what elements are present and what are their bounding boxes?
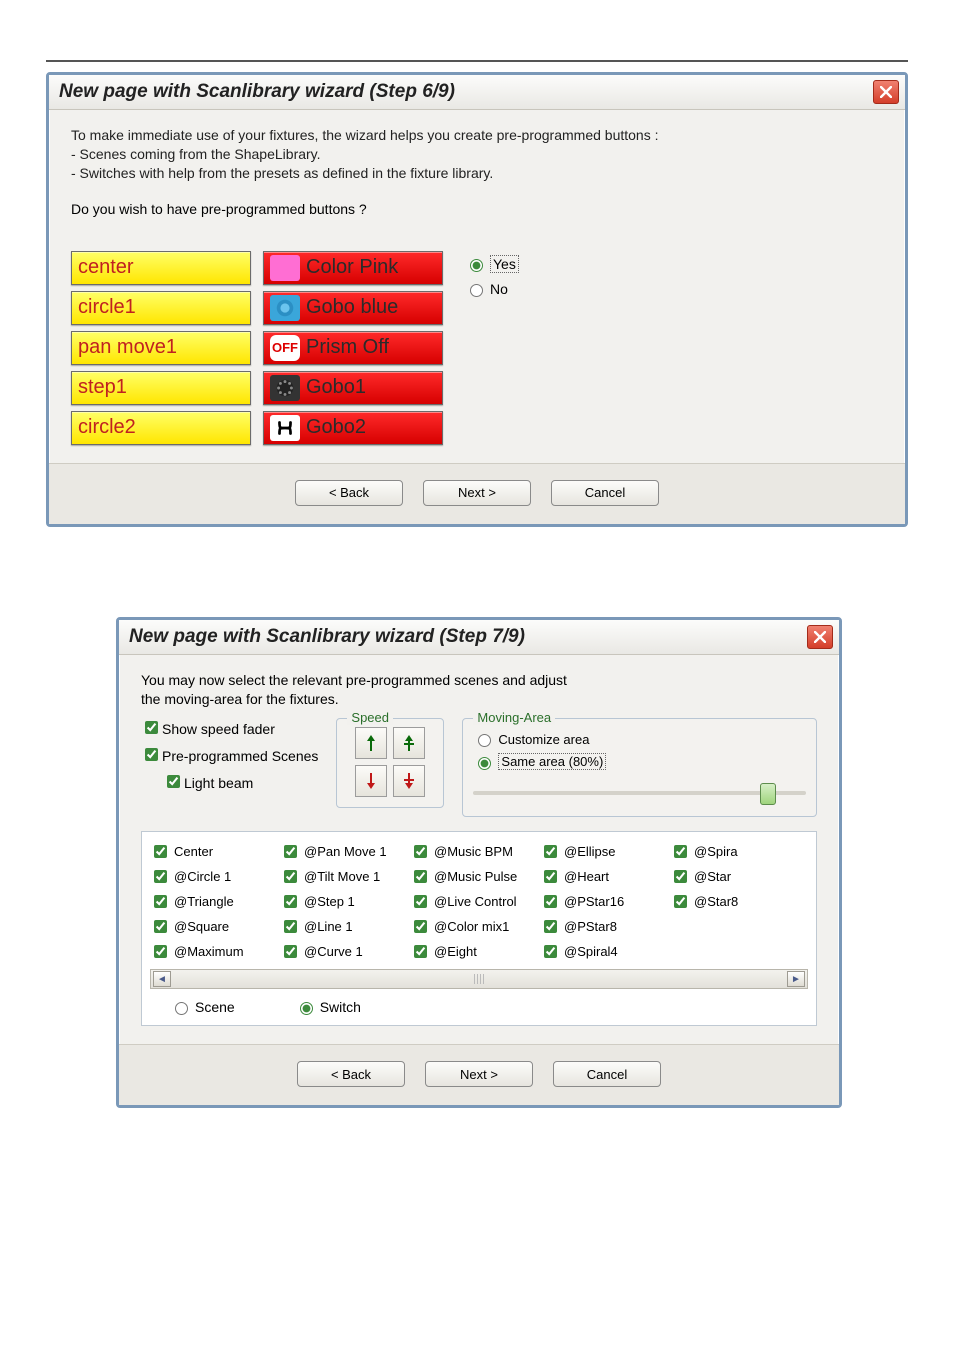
chk-star8-cut[interactable]: @Star8 (670, 892, 738, 911)
off-icon: OFF (270, 335, 300, 361)
speed-fieldset: Speed (336, 718, 444, 808)
chk-center[interactable]: Center (150, 842, 260, 861)
speed-down-left-button[interactable] (355, 765, 387, 797)
close-icon[interactable] (873, 80, 899, 104)
back-button[interactable]: < Back (297, 1061, 405, 1087)
chk-colormix1[interactable]: @Color mix1 (410, 917, 520, 936)
scene-step1-button[interactable]: step1 (71, 371, 251, 405)
area-slider[interactable] (473, 780, 806, 806)
chk-heart[interactable]: @Heart (540, 867, 650, 886)
scroll-grip-icon (474, 974, 484, 984)
speed-up-left-button[interactable] (355, 727, 387, 759)
question-text: Do you wish to have pre-programmed butto… (71, 201, 883, 217)
chk-circle1[interactable]: @Circle 1 (150, 867, 260, 886)
chk-musicbpm[interactable]: @Music BPM (410, 842, 520, 861)
chk-star-cut[interactable]: @Star (670, 867, 738, 886)
radio-customize-area[interactable]: Customize area (473, 731, 806, 747)
dialog-title: New page with Scanlibrary wizard (Step 6… (59, 75, 455, 109)
moving-area-fieldset: Moving-Area Customize area Same area (80… (462, 718, 817, 817)
moving-area-legend: Moving-Area (473, 710, 555, 725)
chk-tiltmove1[interactable]: @Tilt Move 1 (280, 867, 390, 886)
chk-square[interactable]: @Square (150, 917, 260, 936)
titlebar: New page with Scanlibrary wizard (Step 7… (119, 620, 839, 655)
switch-gobo-blue-button[interactable]: Gobo blue (263, 291, 443, 325)
chk-line1[interactable]: @Line 1 (280, 917, 390, 936)
radio-switch[interactable]: Switch (295, 999, 361, 1015)
back-button[interactable]: < Back (295, 480, 403, 506)
gobo-blue-icon (270, 295, 300, 321)
scenes-list-pane: Center @Circle 1 @Triangle @Square @Maxi… (141, 831, 817, 1026)
switch-prism-off-button[interactable]: OFF Prism Off (263, 331, 443, 365)
chk-triangle[interactable]: @Triangle (150, 892, 260, 911)
switch-color-pink-button[interactable]: Color Pink (263, 251, 443, 285)
close-icon[interactable] (807, 625, 833, 649)
slider-thumb[interactable] (760, 783, 776, 805)
yellow-buttons-col: center circle1 pan move1 step1 circle2 (71, 251, 251, 445)
chk-ellipse[interactable]: @Ellipse (540, 842, 650, 861)
chk-show-speed-fader[interactable]: Show speed fader (141, 718, 318, 737)
intro-text: To make immediate use of your fixtures, … (71, 126, 883, 183)
chk-curve1[interactable]: @Curve 1 (280, 942, 390, 961)
preprogrammed-radio-group: Yes No (455, 251, 519, 445)
scroll-left-arrow[interactable]: ◄ (153, 971, 171, 987)
color-pink-icon (270, 255, 300, 281)
next-button[interactable]: Next > (425, 1061, 533, 1087)
button-row: < Back Next > Cancel (49, 463, 905, 524)
scene-center-button[interactable]: center (71, 251, 251, 285)
button-row: < Back Next > Cancel (119, 1044, 839, 1105)
chk-preprogrammed-scenes[interactable]: Pre-programmed Scenes (141, 745, 318, 764)
scene-circle2-button[interactable]: circle2 (71, 411, 251, 445)
radio-no[interactable]: No (465, 281, 519, 297)
radio-scene[interactable]: Scene (170, 999, 235, 1015)
next-button[interactable]: Next > (423, 480, 531, 506)
chk-musicpulse[interactable]: @Music Pulse (410, 867, 520, 886)
chk-eight[interactable]: @Eight (410, 942, 520, 961)
chk-panmove1[interactable]: @Pan Move 1 (280, 842, 390, 861)
dialog-title: New page with Scanlibrary wizard (Step 7… (129, 620, 525, 654)
chk-maximum[interactable]: @Maximum (150, 942, 260, 961)
scroll-right-arrow[interactable]: ► (787, 971, 805, 987)
scene-panmove1-button[interactable]: pan move1 (71, 331, 251, 365)
red-buttons-col: Color Pink Gobo blue OFF Prism Off G (263, 251, 443, 445)
chk-livecontrol[interactable]: @Live Control (410, 892, 520, 911)
chk-pstar16[interactable]: @PStar16 (540, 892, 650, 911)
speed-up-right-button[interactable] (393, 727, 425, 759)
gobo2-icon (270, 415, 300, 441)
options-checks: Show speed fader Pre-programmed Scenes L… (141, 718, 318, 791)
radio-same-area[interactable]: Same area (80%) (473, 753, 806, 770)
switch-gobo1-button[interactable]: Gobo1 (263, 371, 443, 405)
wizard-step7-dialog: New page with Scanlibrary wizard (Step 7… (116, 617, 842, 1109)
wizard-step6-dialog: New page with Scanlibrary wizard (Step 6… (46, 72, 908, 527)
scene-circle1-button[interactable]: circle1 (71, 291, 251, 325)
cancel-button[interactable]: Cancel (551, 480, 659, 506)
gobo1-icon (270, 375, 300, 401)
chk-spiral4[interactable]: @Spiral4 (540, 942, 650, 961)
chk-light-beam[interactable]: Light beam (163, 772, 318, 791)
intro-text: You may now select the relevant pre-prog… (141, 671, 817, 709)
switch-gobo2-button[interactable]: Gobo2 (263, 411, 443, 445)
titlebar: New page with Scanlibrary wizard (Step 6… (49, 75, 905, 110)
speed-down-right-button[interactable] (393, 765, 425, 797)
speed-legend: Speed (347, 710, 393, 725)
horizontal-scrollbar[interactable]: ◄ ► (150, 969, 808, 989)
chk-step1[interactable]: @Step 1 (280, 892, 390, 911)
chk-pstar8[interactable]: @PStar8 (540, 917, 650, 936)
cancel-button[interactable]: Cancel (553, 1061, 661, 1087)
radio-yes[interactable]: Yes (465, 255, 519, 273)
chk-spira-cut[interactable]: @Spira (670, 842, 738, 861)
